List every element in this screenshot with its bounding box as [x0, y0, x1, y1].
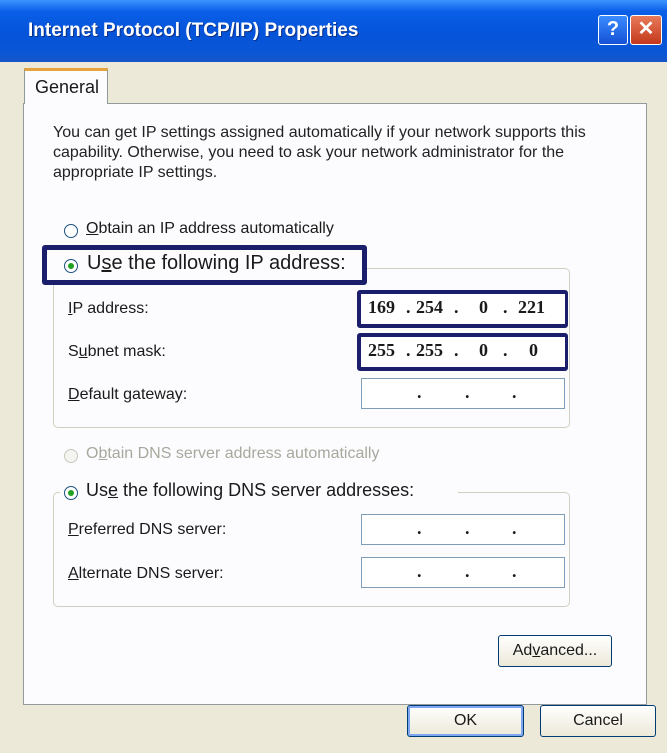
- mask-octet-3[interactable]: 0: [479, 340, 488, 361]
- ip-address-label: IP address:: [68, 300, 149, 317]
- use-following-dns-radio[interactable]: [64, 486, 78, 500]
- mask-octet-4[interactable]: 0: [529, 340, 538, 361]
- use-following-ip-label[interactable]: Use the following IP address:: [87, 252, 346, 275]
- tab-general-label: General: [35, 77, 100, 97]
- default-gateway-field[interactable]: . . .: [361, 378, 565, 409]
- close-button[interactable]: ✕: [630, 15, 662, 45]
- alternate-dns-field[interactable]: . . .: [361, 557, 565, 588]
- ip-octet-2[interactable]: 254: [416, 297, 443, 318]
- window-title: Internet Protocol (TCP/IP) Properties: [28, 20, 359, 41]
- ip-octet-4[interactable]: 221: [518, 297, 545, 318]
- obtain-dns-auto-label: Obtain DNS server address automatically: [86, 445, 380, 462]
- use-following-dns-label[interactable]: Use the following DNS server addresses:: [86, 480, 414, 501]
- obtain-dns-auto-radio: [64, 449, 78, 463]
- ip-octet-1[interactable]: 169: [368, 297, 395, 318]
- alternate-dns-label: Alternate DNS server:: [68, 565, 224, 582]
- help-button[interactable]: ?: [598, 15, 628, 45]
- ip-octet-3[interactable]: 0: [479, 297, 488, 318]
- advanced-button[interactable]: Advanced...: [498, 635, 612, 667]
- help-icon: ?: [606, 18, 620, 40]
- preferred-dns-label: Preferred DNS server:: [68, 521, 227, 538]
- close-icon: ✕: [637, 18, 655, 40]
- title-bar: Internet Protocol (TCP/IP) Properties ? …: [0, 0, 667, 62]
- subnet-mask-label: Subnet mask:: [68, 343, 166, 360]
- obtain-ip-auto-radio[interactable]: [64, 224, 78, 238]
- use-following-ip-radio[interactable]: [64, 259, 78, 273]
- subnet-mask-field[interactable]: 255 . 255 . 0 . 0: [361, 337, 565, 367]
- dns-settings-group: [53, 492, 570, 607]
- intro-text: You can get IP settings assigned automat…: [53, 124, 586, 181]
- default-gateway-label: Default gateway:: [68, 386, 188, 403]
- preferred-dns-field[interactable]: . . .: [361, 514, 565, 545]
- ok-button[interactable]: OK: [407, 705, 524, 737]
- cancel-button[interactable]: Cancel: [540, 705, 656, 737]
- tab-general[interactable]: General: [24, 68, 108, 104]
- mask-octet-1[interactable]: 255: [368, 340, 395, 361]
- obtain-ip-auto-label[interactable]: Obtain an IP address automatically: [86, 220, 334, 238]
- ip-address-field[interactable]: 169 . 254 . 0 . 221: [361, 294, 565, 324]
- mask-octet-2[interactable]: 255: [416, 340, 443, 361]
